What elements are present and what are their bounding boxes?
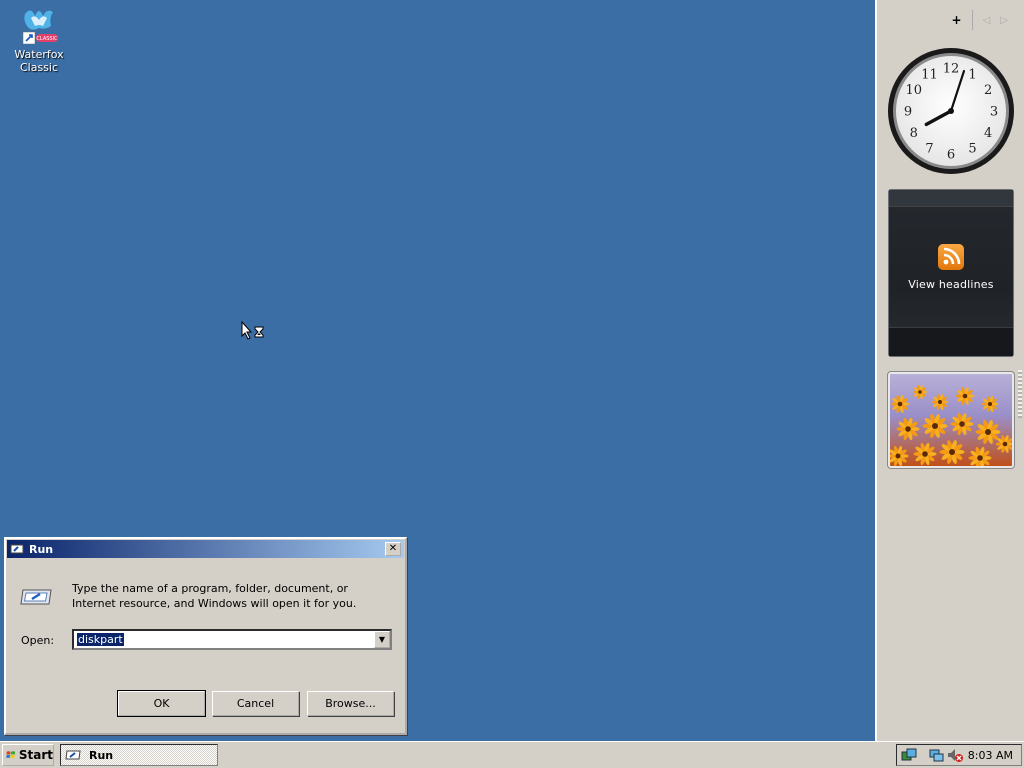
run-dialog-titlebar[interactable]: Run ✕ — [7, 540, 404, 558]
clock-numeral: 2 — [984, 83, 992, 98]
clock-numeral: 5 — [968, 142, 976, 157]
clock-numeral: 1 — [968, 67, 976, 82]
clock-numeral: 10 — [906, 83, 923, 98]
run-description: Type the name of a program, folder, docu… — [72, 582, 357, 610]
sidebar-controls: + ◁ ▷ — [952, 10, 1008, 30]
busy-cursor-icon — [241, 321, 264, 340]
windows-logo-icon — [6, 751, 16, 759]
clock-numeral: 12 — [943, 62, 960, 77]
volume-muted-icon[interactable] — [947, 747, 963, 763]
taskbar-item-label: Run — [89, 748, 114, 762]
clock-numeral: 9 — [904, 105, 912, 120]
cancel-button[interactable]: Cancel — [212, 691, 299, 716]
clock-numeral: 8 — [910, 126, 918, 141]
sidebar-separator — [971, 10, 973, 30]
next-page-button[interactable]: ▷ — [1000, 15, 1008, 26]
taskbar: Start Run 8:03 AM — [0, 741, 1024, 768]
open-input[interactable]: diskpart — [77, 633, 124, 646]
browse-button[interactable]: Browse... — [307, 691, 394, 716]
desktop: CLASSIC Waterfox Classic Run ✕ Type the … — [0, 0, 875, 741]
rss-icon — [938, 244, 964, 270]
open-label: Open: — [21, 634, 55, 647]
start-label: Start — [18, 748, 53, 762]
clock-numeral: 11 — [921, 67, 938, 82]
close-button[interactable]: ✕ — [385, 542, 401, 556]
sidebar-grip[interactable] — [1018, 370, 1022, 418]
taskbar-item-run[interactable]: Run — [60, 744, 218, 766]
network-disconnected-icon[interactable] — [929, 747, 945, 763]
windows-sidebar: + ◁ ▷ 12 1 2 3 4 5 6 7 8 9 10 11 View headlines — [875, 0, 1024, 741]
view-headlines-link[interactable]: View headlines — [889, 278, 1013, 291]
feed-bottom-bar — [889, 327, 1013, 356]
clock-numeral: 4 — [984, 126, 992, 141]
ok-button[interactable]: OK — [117, 690, 206, 717]
badge-text: CLASSIC — [36, 36, 58, 42]
close-icon: ✕ — [388, 543, 398, 554]
run-icon — [65, 750, 81, 760]
clock-gadget[interactable]: 12 12 3 45678 9 1011 — [887, 47, 1015, 175]
open-combobox[interactable]: diskpart ▼ — [72, 629, 392, 650]
clock-numeral: 6 — [947, 148, 955, 163]
previous-page-button[interactable]: ◁ — [983, 15, 991, 26]
run-program-icon — [20, 589, 52, 605]
clock-numeral: 3 — [990, 105, 998, 120]
clock-time[interactable]: 8:03 AM — [968, 749, 1013, 762]
run-icon — [10, 544, 24, 554]
desktop-icon-label: Waterfox Classic — [14, 48, 64, 74]
waterfox-icon: CLASSIC — [19, 4, 59, 45]
network-icon[interactable] — [901, 747, 917, 763]
feed-headlines-gadget[interactable]: View headlines — [888, 189, 1014, 357]
run-dialog-title: Run — [29, 542, 54, 556]
add-gadget-button[interactable]: + — [952, 13, 962, 27]
chevron-down-icon[interactable]: ▼ — [374, 631, 390, 648]
system-tray: 8:03 AM — [896, 744, 1022, 766]
start-button[interactable]: Start — [2, 744, 54, 766]
clock-numeral: 7 — [925, 142, 933, 157]
run-dialog: Run ✕ Type the name of a program, folder… — [4, 537, 407, 735]
feed-top-bar — [889, 190, 1013, 207]
flower-photo — [890, 374, 1012, 466]
desktop-icon-waterfox[interactable]: CLASSIC Waterfox Classic — [6, 4, 72, 74]
slideshow-gadget[interactable] — [887, 371, 1015, 469]
